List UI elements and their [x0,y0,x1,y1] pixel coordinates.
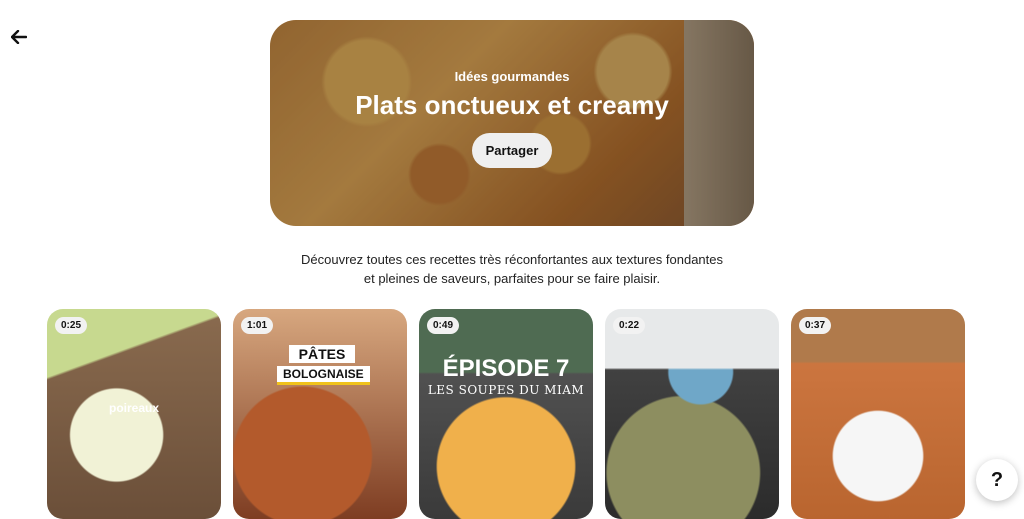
back-button[interactable] [8,26,30,48]
video-card[interactable]: 0:25 poireaux [47,309,221,519]
card-overlay-label: PÂTES BOLOGNAISE [277,345,370,385]
hero-title: Plats onctueux et creamy [355,89,669,120]
description-line-2: et pleines de saveurs, parfaites pour se… [363,271,661,286]
video-card[interactable]: 0:22 [605,309,779,519]
video-card[interactable]: 0:37 [791,309,965,519]
video-card[interactable]: 0:49 ÉPISODE 7 LES SOUPES DU MIAM [419,309,593,519]
video-card-row: 0:25 poireaux 1:01 PÂTES BOLOGNAISE 0:49… [47,309,965,519]
duration-badge: 0:25 [55,317,88,334]
description-line-1: Découvrez toutes ces recettes très récon… [301,252,723,267]
duration-badge: 0:37 [799,317,832,334]
hero-eyebrow: Idées gourmandes [454,68,570,84]
card-overlay-title: ÉPISODE 7 [442,355,570,382]
card-overlay-subtitle: BOLOGNAISE [277,366,370,385]
arrow-left-icon [11,30,27,44]
hero-banner: Idées gourmandes Plats onctueux et cream… [270,20,754,226]
video-card[interactable]: 1:01 PÂTES BOLOGNAISE [233,309,407,519]
card-overlay-title: PÂTES [288,345,356,363]
card-overlay-text: poireaux [108,401,159,415]
duration-badge: 0:49 [427,317,460,334]
duration-badge: 0:22 [613,317,646,334]
share-button[interactable]: Partager [471,132,553,168]
duration-badge: 1:01 [241,317,274,334]
hero-overlay: Idées gourmandes Plats onctueux et cream… [270,20,754,226]
help-button[interactable]: ? [976,459,1018,501]
collection-description: Découvrez toutes ces recettes très récon… [0,250,1024,288]
card-overlay-subtitle: LES SOUPES DU MIAM [427,383,585,397]
